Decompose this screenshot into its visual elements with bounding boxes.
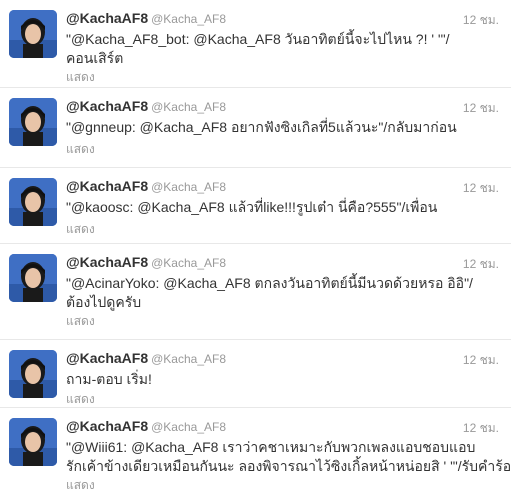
timestamp[interactable]: 12 ชม.	[463, 179, 499, 198]
timestamp[interactable]: 12 ชม.	[463, 11, 499, 30]
tweet-text-line: "@gnneup: @Kacha_AF8 อยากฟังซิงเกิลที่5แ…	[66, 119, 457, 135]
display-name[interactable]: @KachaAF8	[66, 350, 148, 366]
display-name[interactable]: @KachaAF8	[66, 98, 148, 114]
avatar[interactable]	[9, 178, 57, 226]
tweet-text-line: ถาม-ตอบ เริ่ม!	[66, 371, 152, 387]
tweet-item[interactable]: @KachaAF8 @Kacha_AF8 12 ชม. "@AcinarYoko:…	[0, 244, 511, 340]
tweet-timeline: @KachaAF8 @Kacha_AF8 12 ชม. "@Kacha_AF8_b…	[0, 0, 511, 492]
username[interactable]: @Kacha_AF8	[151, 256, 226, 270]
display-name[interactable]: @KachaAF8	[66, 418, 148, 434]
avatar[interactable]	[9, 350, 57, 398]
tweet-text: "@Kacha_AF8_bot: @Kacha_AF8 วันอาทิตย์นี…	[66, 30, 496, 68]
tweet-item[interactable]: @KachaAF8 @Kacha_AF8 12 ชม. ถาม-ตอบ เริ่ม…	[0, 340, 511, 408]
display-name[interactable]: @KachaAF8	[66, 254, 148, 270]
tweet-item[interactable]: @KachaAF8 @Kacha_AF8 12 ชม. "@kaoosc: @Ka…	[0, 168, 511, 244]
tweet-text: ถาม-ตอบ เริ่ม!	[66, 370, 496, 389]
username[interactable]: @Kacha_AF8	[151, 420, 226, 434]
tweet-text-line: "@kaoosc: @Kacha_AF8 แล้วที่like!!!รูปเต…	[66, 199, 438, 215]
avatar[interactable]	[9, 98, 57, 146]
tweet-text-line: รักเค้าข้างเดียวเหมือนกันนะ ลองพิจารณาไว…	[66, 458, 511, 474]
expand-link[interactable]: แสดง	[66, 476, 95, 495]
expand-link[interactable]: แสดง	[66, 68, 95, 87]
expand-link[interactable]: แสดง	[66, 390, 95, 409]
tweet-text-line: ต้องไปดูครับ	[66, 294, 142, 310]
tweet-item[interactable]: @KachaAF8 @Kacha_AF8 12 ชม. "@Kacha_AF8_b…	[0, 0, 511, 88]
avatar[interactable]	[9, 418, 57, 466]
avatar[interactable]	[9, 254, 57, 302]
avatar[interactable]	[9, 10, 57, 58]
tweet-item[interactable]: @KachaAF8 @Kacha_AF8 12 ชม. "@Wiii61: @Ka…	[0, 408, 511, 492]
expand-link[interactable]: แสดง	[66, 312, 95, 331]
tweet-header: @KachaAF8 @Kacha_AF8	[66, 178, 226, 196]
username[interactable]: @Kacha_AF8	[151, 100, 226, 114]
tweet-item[interactable]: @KachaAF8 @Kacha_AF8 12 ชม. "@gnneup: @Ka…	[0, 88, 511, 168]
username[interactable]: @Kacha_AF8	[151, 12, 226, 26]
tweet-header: @KachaAF8 @Kacha_AF8	[66, 10, 226, 28]
expand-link[interactable]: แสดง	[66, 140, 95, 159]
timestamp[interactable]: 12 ชม.	[463, 255, 499, 274]
expand-link[interactable]: แสดง	[66, 220, 95, 239]
tweet-text-line: "@Wiii61: @Kacha_AF8 เราว่าคชาเหมาะกับพว…	[66, 439, 476, 455]
tweet-header: @KachaAF8 @Kacha_AF8	[66, 254, 226, 272]
tweet-header: @KachaAF8 @Kacha_AF8	[66, 418, 226, 436]
tweet-text: "@kaoosc: @Kacha_AF8 แล้วที่like!!!รูปเต…	[66, 198, 496, 217]
tweet-text: "@AcinarYoko: @Kacha_AF8 ตกลงวันอาทิตย์น…	[66, 274, 496, 312]
tweet-text: "@Wiii61: @Kacha_AF8 เราว่าคชาเหมาะกับพว…	[66, 438, 511, 476]
timestamp[interactable]: 12 ชม.	[463, 351, 499, 370]
display-name[interactable]: @KachaAF8	[66, 178, 148, 194]
tweet-text: "@gnneup: @Kacha_AF8 อยากฟังซิงเกิลที่5แ…	[66, 118, 496, 137]
tweet-text-line: "@Kacha_AF8_bot: @Kacha_AF8 วันอาทิตย์นี…	[66, 31, 450, 47]
username[interactable]: @Kacha_AF8	[151, 180, 226, 194]
timestamp[interactable]: 12 ชม.	[463, 419, 499, 438]
tweet-text-line: "@AcinarYoko: @Kacha_AF8 ตกลงวันอาทิตย์น…	[66, 275, 473, 291]
display-name[interactable]: @KachaAF8	[66, 10, 148, 26]
username[interactable]: @Kacha_AF8	[151, 352, 226, 366]
tweet-header: @KachaAF8 @Kacha_AF8	[66, 98, 226, 116]
tweet-header: @KachaAF8 @Kacha_AF8	[66, 350, 226, 368]
tweet-text-line: คอนเสิร์ต	[66, 50, 124, 66]
timestamp[interactable]: 12 ชม.	[463, 99, 499, 118]
